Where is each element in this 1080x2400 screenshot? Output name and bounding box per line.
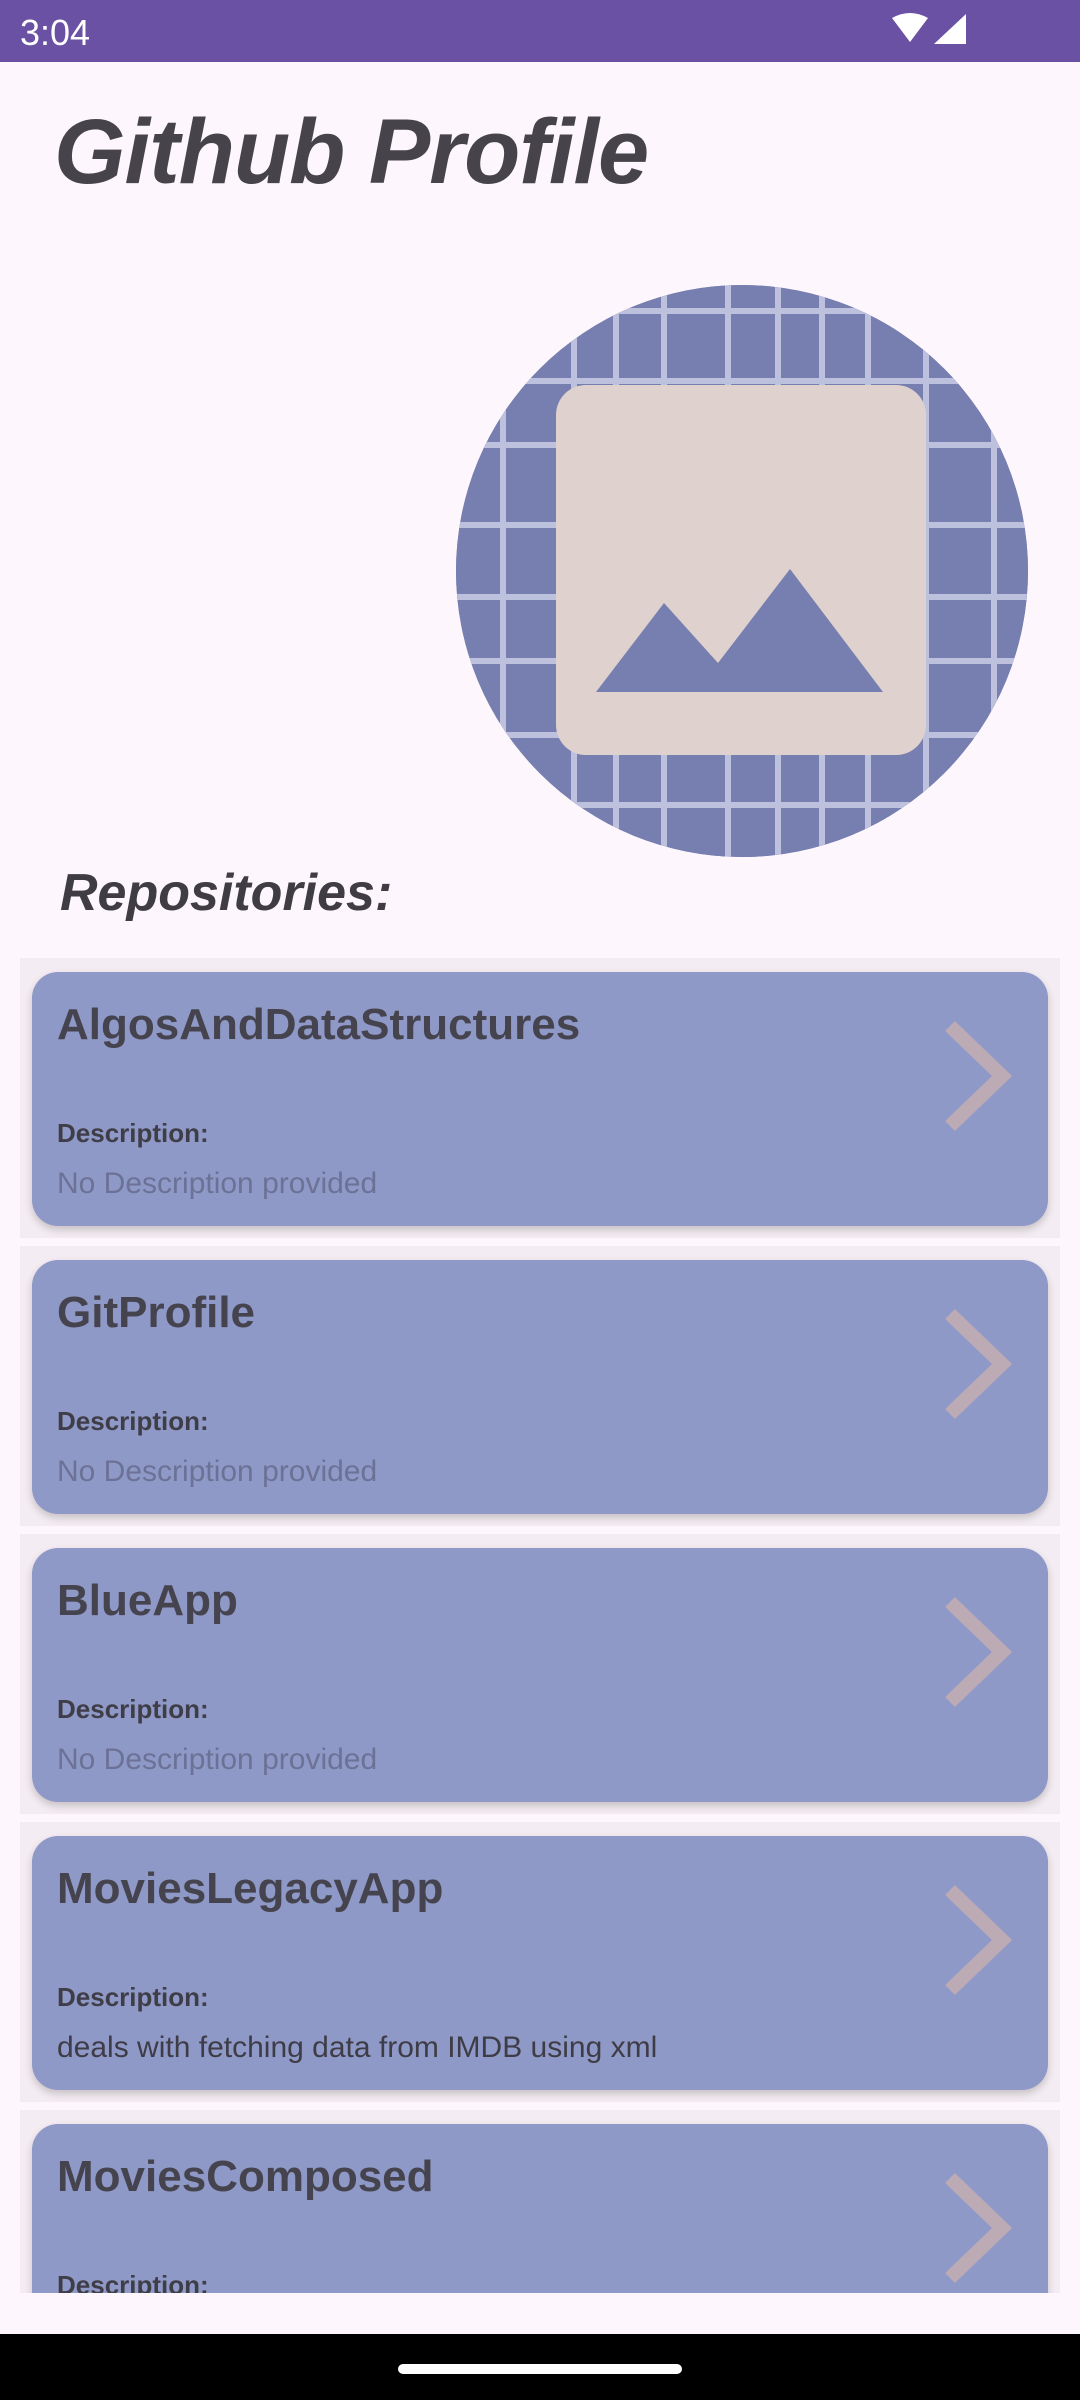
chevron-right-icon[interactable] (942, 1884, 1012, 1996)
status-time: 3:04 (20, 12, 91, 53)
image-placeholder-icon (456, 285, 1028, 857)
repo-name: MoviesLegacyApp (57, 1864, 444, 1913)
chevron-right-icon[interactable] (942, 2172, 1012, 2284)
repo-list-item: MoviesComposed Description: (20, 2110, 1060, 2293)
chevron-right-icon[interactable] (942, 1596, 1012, 1708)
repo-card-algosanddatastructures[interactable]: AlgosAndDataStructures Description: No D… (32, 972, 1048, 1226)
status-bar: 3:04 (0, 0, 1080, 62)
avatar (456, 285, 1028, 857)
navigation-bar (0, 2334, 1080, 2400)
description-label: Description: (57, 1982, 209, 2012)
repo-list-item: MoviesLegacyApp Description: deals with … (20, 1822, 1060, 2102)
description-label: Description: (57, 1406, 209, 1436)
repo-list-item: BlueApp Description: No Description prov… (20, 1534, 1060, 1814)
repositories-heading: Repositories: (60, 864, 393, 922)
repo-list-item: GitProfile Description: No Description p… (20, 1246, 1060, 1526)
chevron-right-icon[interactable] (942, 1308, 1012, 1420)
description-text: No Description provided (57, 1455, 378, 1488)
description-text: No Description provided (57, 1167, 378, 1200)
repo-card-moviescomposed[interactable]: MoviesComposed Description: (32, 2124, 1048, 2293)
page-title: Github Profile (54, 101, 649, 203)
repo-card-gitprofile[interactable]: GitProfile Description: No Description p… (32, 1260, 1048, 1514)
repo-name: MoviesComposed (57, 2152, 434, 2201)
description-text: deals with fetching data from IMDB using… (57, 2031, 658, 2064)
description-text: No Description provided (57, 1743, 378, 1776)
chevron-right-icon[interactable] (942, 1020, 1012, 1132)
repo-name: BlueApp (57, 1576, 238, 1625)
description-label: Description: (57, 1694, 209, 1724)
description-label: Description: (57, 1118, 209, 1148)
wifi-icon (892, 13, 928, 42)
repo-card-blueapp[interactable]: BlueApp Description: No Description prov… (32, 1548, 1048, 1802)
repo-name: AlgosAndDataStructures (57, 1000, 581, 1049)
repository-list[interactable]: AlgosAndDataStructures Description: No D… (20, 958, 1060, 2293)
cellular-signal-icon (934, 14, 966, 44)
repo-card-movieslegacyapp[interactable]: MoviesLegacyApp Description: deals with … (32, 1836, 1048, 2090)
status-icons (892, 13, 966, 44)
home-gesture-handle[interactable] (398, 2364, 682, 2374)
repo-name: GitProfile (57, 1288, 256, 1337)
repo-list-item: AlgosAndDataStructures Description: No D… (20, 958, 1060, 1238)
description-label: Description: (57, 2270, 209, 2293)
